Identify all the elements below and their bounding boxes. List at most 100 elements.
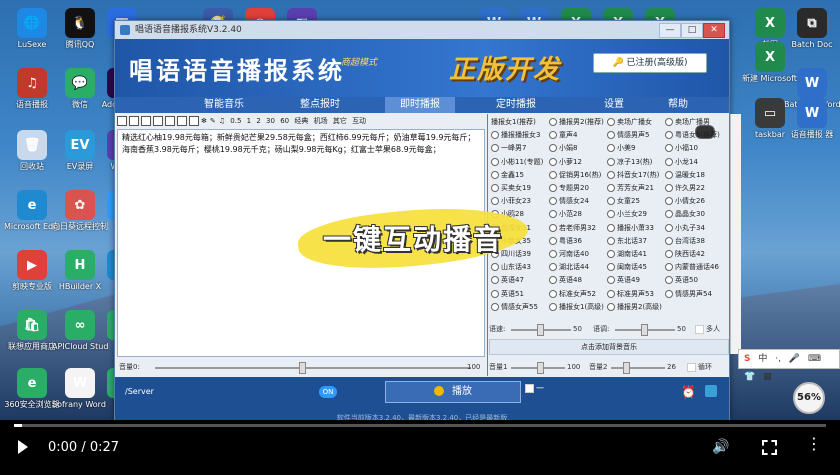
ime-lang[interactable]: 中 bbox=[758, 350, 767, 368]
voice-option[interactable]: 情感女声55 bbox=[491, 301, 538, 313]
voice-option[interactable]: 小龙14 bbox=[665, 156, 698, 168]
speed-slider-knob[interactable] bbox=[537, 324, 544, 336]
voice-option[interactable]: 温暖女18 bbox=[665, 169, 705, 181]
voice-option[interactable]: 童声4 bbox=[549, 129, 577, 141]
ime-toolbar[interactable]: S 中 ·, 🎤 ⌨ 👕 ▦ bbox=[738, 349, 840, 382]
save-icon[interactable] bbox=[129, 116, 139, 126]
voice-option[interactable]: 英语47 bbox=[491, 274, 524, 286]
multi-voice-checkbox[interactable]: 多人 bbox=[695, 323, 720, 335]
voice-radio[interactable] bbox=[607, 302, 615, 311]
voice-option[interactable]: 小娟8 bbox=[549, 142, 577, 154]
volume-slider-knob[interactable] bbox=[299, 362, 306, 374]
menu-scheduled[interactable]: 定时播报 bbox=[481, 97, 551, 113]
voice-option[interactable]: 英语49 bbox=[607, 274, 640, 286]
voice-radio[interactable] bbox=[549, 210, 557, 219]
preset-interactive[interactable]: 互动 bbox=[352, 114, 366, 128]
voice-radio[interactable] bbox=[665, 276, 673, 285]
voice-radio[interactable] bbox=[665, 144, 673, 153]
voice-radio[interactable] bbox=[491, 276, 499, 285]
voice-radio[interactable] bbox=[491, 144, 499, 153]
voice-radio[interactable] bbox=[607, 223, 615, 232]
voice-option[interactable]: 卖场广播女 bbox=[607, 116, 652, 128]
voice-radio[interactable] bbox=[665, 184, 673, 192]
voice-radio[interactable] bbox=[549, 263, 557, 272]
voice-option[interactable]: 金鑫15 bbox=[491, 169, 524, 181]
loop-checkbox[interactable]: 循环 bbox=[687, 361, 712, 373]
voice-radio[interactable] bbox=[665, 118, 673, 126]
interval-60[interactable]: 60 bbox=[280, 114, 289, 128]
menu-help[interactable]: 帮助 bbox=[643, 97, 713, 113]
interval-0.5[interactable]: 0.5 bbox=[230, 114, 241, 128]
voice-option[interactable]: 河南话40 bbox=[549, 248, 589, 260]
voice-option[interactable]: 播报播报女3 bbox=[491, 129, 540, 141]
voice-radio[interactable] bbox=[549, 289, 557, 298]
voice-option[interactable]: 女童25 bbox=[607, 195, 640, 207]
voice-option[interactable]: 粤语女6(推荐) bbox=[665, 129, 720, 141]
voice-radio[interactable] bbox=[549, 276, 557, 285]
pitch-slider-knob[interactable] bbox=[641, 324, 648, 336]
voice-radio[interactable] bbox=[607, 131, 615, 140]
voice-radio[interactable] bbox=[665, 223, 673, 232]
voice-option[interactable]: 若老师男32 bbox=[549, 222, 596, 234]
play-icon[interactable] bbox=[18, 440, 28, 454]
volume-icon[interactable]: 🔊 bbox=[712, 439, 729, 455]
voice-radio[interactable] bbox=[549, 302, 557, 311]
maximize-button[interactable]: □ bbox=[681, 23, 703, 38]
title-bar[interactable]: 唱语语音播报系统V3.2.40 — □ ✕ bbox=[115, 21, 729, 39]
image-icon[interactable] bbox=[189, 116, 199, 126]
fullscreen-icon[interactable] bbox=[762, 440, 777, 455]
voice-option[interactable]: 湖北话44 bbox=[549, 261, 589, 273]
play-button[interactable]: 播放 bbox=[385, 381, 521, 403]
menu-settings[interactable]: 设置 bbox=[579, 97, 649, 113]
voice-option[interactable]: 标准男声53 bbox=[607, 288, 654, 300]
loop-box[interactable] bbox=[687, 362, 696, 372]
voice-radio[interactable] bbox=[549, 118, 557, 126]
voice-radio[interactable] bbox=[549, 157, 557, 166]
menu-instant[interactable]: 即时播报 bbox=[385, 97, 455, 113]
voice-option[interactable]: 湖南话41 bbox=[607, 248, 647, 260]
voice-radio[interactable] bbox=[549, 184, 557, 192]
voice-radio[interactable] bbox=[549, 170, 557, 179]
voice-radio[interactable] bbox=[549, 197, 557, 206]
voice-option[interactable]: 内蒙普通话46 bbox=[665, 261, 719, 273]
voice-option[interactable]: 英语51 bbox=[491, 288, 524, 300]
voice-radio[interactable] bbox=[607, 144, 615, 153]
menu-hourly[interactable]: 整点报时 bbox=[285, 97, 355, 113]
voice-option[interactable]: 卖场广播男 bbox=[665, 116, 710, 128]
voice-radio[interactable] bbox=[665, 250, 673, 258]
multi-voice-box[interactable] bbox=[695, 324, 704, 334]
voice-option[interactable]: 闽南话45 bbox=[607, 261, 647, 273]
voice-option[interactable]: 播报男2(高级) bbox=[607, 301, 662, 313]
voice-option[interactable]: 抖音女17(热) bbox=[607, 169, 659, 181]
grid-icon[interactable] bbox=[177, 116, 187, 126]
voice-radio[interactable] bbox=[607, 210, 615, 219]
voice-option[interactable]: 播报小萧33 bbox=[607, 222, 654, 234]
voice-option[interactable]: 小福10 bbox=[665, 142, 698, 154]
voice-option[interactable]: 许久男22 bbox=[665, 182, 705, 194]
preset-classic[interactable]: 经典 bbox=[294, 114, 308, 128]
voice-radio[interactable] bbox=[607, 289, 615, 298]
clear-icon[interactable]: ✻ bbox=[201, 114, 207, 128]
voice-radio[interactable] bbox=[549, 223, 557, 232]
voice-radio[interactable] bbox=[491, 184, 499, 192]
voice-radio[interactable] bbox=[491, 131, 499, 140]
microphone-icon[interactable]: 🎤 bbox=[789, 350, 800, 368]
music-icon[interactable]: ♫ bbox=[219, 114, 225, 128]
single-box[interactable] bbox=[525, 384, 534, 393]
open-icon[interactable] bbox=[117, 116, 127, 126]
voice-radio[interactable] bbox=[491, 289, 499, 298]
voice-option[interactable]: 情感女24 bbox=[549, 195, 589, 207]
voice-option[interactable]: 播报女1(推荐) bbox=[491, 116, 715, 139]
voice-option[interactable]: 晶晶女30 bbox=[665, 208, 705, 220]
voice-option[interactable]: 情感男声54 bbox=[665, 288, 712, 300]
voice-option[interactable]: 标准女声52 bbox=[549, 288, 596, 300]
menu-music[interactable]: 智能音乐 bbox=[189, 97, 259, 113]
voice-option[interactable]: 小萝12 bbox=[549, 156, 582, 168]
voice-option[interactable]: 芳芳女声21 bbox=[607, 182, 654, 194]
interval-30[interactable]: 30 bbox=[266, 114, 275, 128]
volume-slider[interactable] bbox=[155, 367, 471, 369]
voice-radio[interactable] bbox=[607, 170, 615, 179]
voice-option[interactable]: 凉子13(热) bbox=[607, 156, 652, 168]
voice-radio[interactable] bbox=[607, 184, 615, 192]
voice-radio[interactable] bbox=[549, 236, 557, 245]
